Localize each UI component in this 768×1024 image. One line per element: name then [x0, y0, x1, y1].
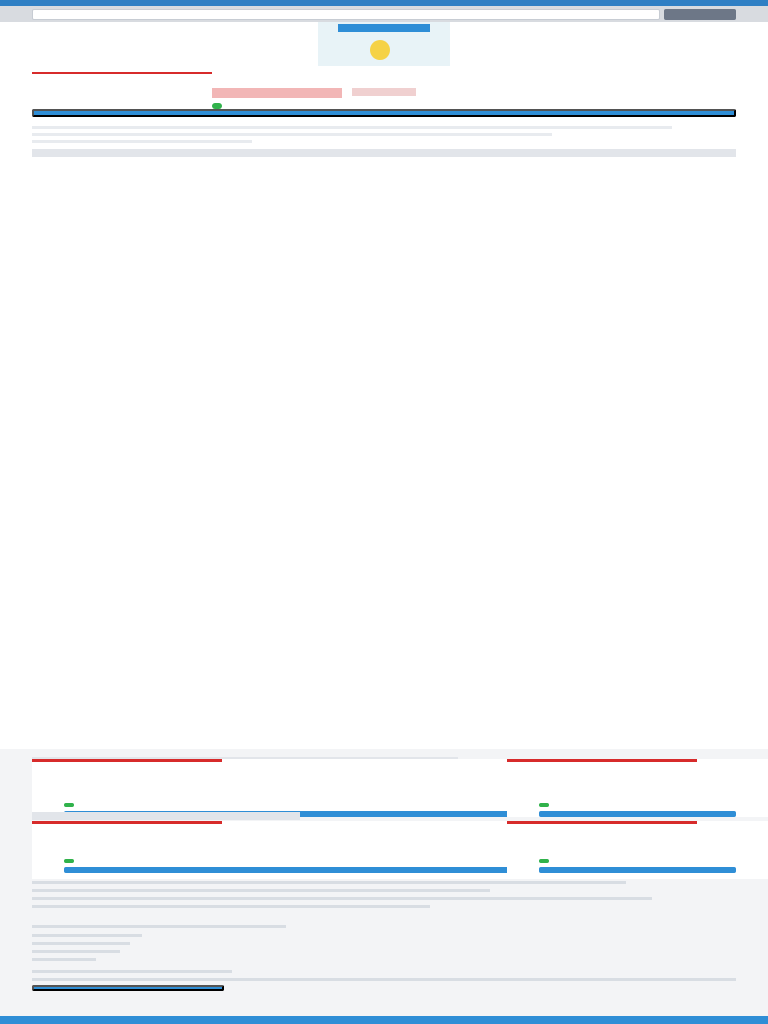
section-title	[32, 147, 736, 159]
cart-button[interactable]	[664, 9, 736, 20]
header-strip	[0, 0, 768, 6]
footer-line	[32, 905, 430, 908]
description-line	[32, 126, 672, 129]
footer-line	[32, 942, 130, 945]
availability-icon	[64, 859, 74, 863]
footer-line	[32, 970, 232, 973]
search-input[interactable]	[32, 9, 660, 20]
footer-line	[32, 897, 652, 900]
viewed-card[interactable]	[507, 821, 768, 879]
availability-icon	[539, 803, 549, 807]
footer-line	[32, 958, 96, 961]
footer-line	[32, 889, 490, 892]
product-price	[212, 88, 342, 98]
card-add-button[interactable]	[64, 867, 516, 873]
viewed-title	[32, 812, 300, 820]
bottom-section	[0, 749, 768, 1024]
availability-icon	[64, 803, 74, 807]
product-title	[32, 60, 736, 78]
add-to-cart-button[interactable]	[32, 109, 736, 117]
title-accent-line	[32, 72, 212, 74]
footer-line	[32, 978, 736, 981]
footer-line	[32, 881, 626, 884]
footer-line	[32, 925, 286, 928]
description-line	[32, 140, 252, 143]
newsletter-button[interactable]	[32, 985, 224, 991]
card-add-button[interactable]	[539, 811, 736, 817]
footer-line	[32, 950, 120, 953]
footer-line	[32, 934, 142, 937]
card-accent-line	[507, 821, 697, 824]
related-card[interactable]	[32, 759, 524, 817]
bottom-nav[interactable]	[0, 1016, 768, 1024]
card-accent-line	[32, 759, 222, 762]
old-price	[352, 88, 416, 96]
card-accent-line	[32, 821, 222, 824]
availability-icon	[539, 859, 549, 863]
viewed-card[interactable]	[32, 821, 524, 879]
related-card[interactable]	[507, 759, 768, 817]
card-accent-line	[507, 759, 697, 762]
description-line	[32, 133, 552, 136]
card-add-button[interactable]	[539, 867, 736, 873]
